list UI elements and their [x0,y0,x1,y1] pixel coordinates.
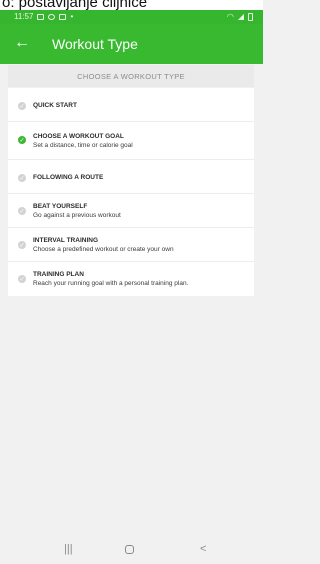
nav-back-button[interactable]: < [200,543,206,555]
workout-type-list: ✓ QUICK START ✓ CHOOSE A WORKOUT GOAL Se… [8,88,254,296]
option-desc: Go against a previous workout [33,212,121,219]
system-nav-bar: ||| < [0,540,263,564]
option-desc: Choose a predefined workout or create yo… [33,246,174,253]
option-desc: Set a distance, time or calorie goal [33,142,133,149]
status-time: 11:57 [14,12,34,21]
option-quick-start[interactable]: ✓ QUICK START [8,88,254,122]
option-title: CHOOSE A WORKOUT GOAL [33,133,124,140]
wifi-icon: ◠ [226,12,234,21]
option-interval-training[interactable]: ✓ INTERVAL TRAINING Choose a predefined … [8,228,254,262]
back-arrow-icon[interactable]: ← [12,33,32,53]
gallery-icon [37,13,45,20]
option-following-route[interactable]: ✓ FOLLOWING A ROUTE [8,160,254,194]
option-desc: Reach your running goal with a personal … [33,280,189,287]
option-beat-yourself[interactable]: ✓ BEAT YOURSELF Go against a previous wo… [8,194,254,228]
check-icon: ✓ [18,207,26,215]
option-title: FOLLOWING A ROUTE [33,174,104,181]
status-bar: 11:57 • ◠ ◢ [0,10,263,24]
check-icon: ✓ [18,102,26,110]
home-button[interactable] [125,545,134,554]
app-bar: ← Workout Type [0,24,263,64]
check-icon: ✓ [18,241,26,249]
option-title: QUICK START [33,102,77,109]
check-icon: ✓ [18,136,26,144]
recents-button[interactable]: ||| [64,543,73,555]
dot-icon: • [70,12,74,21]
battery-icon [248,12,253,21]
option-title: TRAINING PLAN [33,271,84,278]
option-workout-goal[interactable]: ✓ CHOOSE A WORKOUT GOAL Set a distance, … [8,122,254,160]
option-training-plan[interactable]: ✓ TRAINING PLAN Reach your running goal … [8,262,254,296]
caption-strip: o: postavljanje ciljnice [0,0,263,10]
section-header: CHOOSE A WORKOUT TYPE [8,65,254,87]
check-icon: ✓ [18,174,26,182]
page-title: Workout Type [52,36,138,52]
option-title: INTERVAL TRAINING [33,237,99,244]
check-icon: ✓ [18,275,26,283]
signal-icon: ◢ [237,12,244,21]
caption-text: o: postavljanje ciljnice [2,0,148,10]
mail-icon [59,13,67,20]
option-title: BEAT YOURSELF [33,203,88,210]
whatsapp-icon [48,13,56,20]
